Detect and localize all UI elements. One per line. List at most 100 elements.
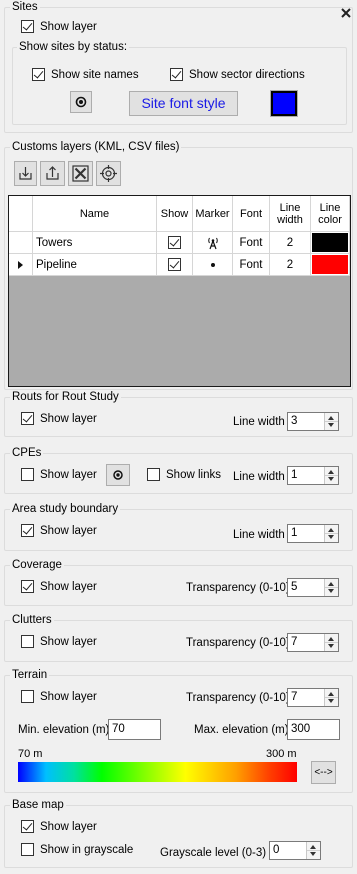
table-cell-marker[interactable]: [193, 254, 233, 276]
show-site-names-label: Show site names: [51, 69, 139, 81]
min-elevation-label: Min. elevation (m): [18, 724, 110, 736]
spinner-buttons[interactable]: [324, 579, 338, 596]
show-sector-directions-checkbox[interactable]: [170, 68, 183, 81]
table-cell-line-width[interactable]: 2: [270, 254, 311, 276]
import-icon: [19, 167, 32, 180]
scale-min-label: 70 m: [18, 748, 43, 760]
locate-layer-button[interactable]: [96, 161, 121, 186]
sites-show-layer-checkbox[interactable]: [21, 20, 34, 33]
coverage-transparency-label: Transparency (0-10): [186, 582, 290, 594]
custom-layers-table[interactable]: Name Show Marker Font Line width Line co…: [8, 195, 351, 387]
routes-line-width-input[interactable]: 3: [287, 412, 339, 431]
grayscale-level-value: 0: [273, 844, 280, 856]
row-header-corner: [9, 196, 33, 232]
show-site-names-checkbox[interactable]: [32, 68, 45, 81]
routes-show-layer-checkbox[interactable]: [21, 412, 34, 425]
clutters-transparency-value: 7: [291, 636, 298, 648]
coverage-transparency-input[interactable]: 5: [287, 578, 339, 597]
sites-title: Sites: [10, 1, 40, 14]
remove-layer-button[interactable]: [68, 161, 93, 186]
spinner-buttons[interactable]: [324, 467, 338, 484]
table-cell-font[interactable]: Font: [233, 254, 270, 276]
base-map-grayscale-label: Show in grayscale: [40, 844, 134, 856]
table-cell-name[interactable]: Pipeline: [33, 254, 157, 276]
column-header-line-color[interactable]: Line color: [311, 196, 350, 232]
column-header-name[interactable]: Name: [33, 196, 157, 232]
row-header-current[interactable]: [9, 254, 33, 276]
locate-icon: [100, 165, 117, 182]
terrain-transparency-value: 7: [291, 691, 298, 703]
scale-max-label: 300 m: [266, 748, 297, 760]
site-marker-button[interactable]: [70, 91, 92, 113]
show-checkbox[interactable]: [168, 236, 181, 249]
table-cell-line-color[interactable]: [311, 254, 350, 276]
dot-icon: [210, 262, 215, 267]
routes-title: Routs for Rout Study: [10, 391, 121, 404]
clutters-transparency-input[interactable]: 7: [287, 633, 339, 652]
column-header-show[interactable]: Show: [157, 196, 193, 232]
table-cell-line-color[interactable]: [311, 232, 350, 254]
coverage-show-layer-checkbox[interactable]: [21, 580, 34, 593]
custom-layers-title: Customs layers (KML, CSV files): [10, 141, 182, 154]
column-header-marker[interactable]: Marker: [193, 196, 233, 232]
current-row-icon: [17, 260, 23, 269]
elevation-color-scale: [18, 762, 297, 782]
base-map-show-layer-checkbox[interactable]: [21, 820, 34, 833]
export-layer-button[interactable]: [40, 161, 65, 186]
table-cell-marker[interactable]: [193, 232, 233, 254]
table-cell-show[interactable]: [157, 254, 193, 276]
export-icon: [46, 166, 59, 180]
spinner-buttons[interactable]: [324, 689, 338, 706]
min-elevation-input[interactable]: 70: [108, 719, 161, 740]
cpes-line-width-input[interactable]: 1: [287, 466, 339, 485]
clutters-title: Clutters: [10, 614, 54, 627]
spinner-buttons[interactable]: [306, 842, 320, 859]
spinner-buttons[interactable]: [324, 413, 338, 430]
grayscale-level-label: Grayscale level (0-3): [160, 847, 267, 859]
cpes-show-links-label: Show links: [166, 469, 221, 481]
terrain-show-layer-checkbox[interactable]: [21, 690, 34, 703]
area-study-show-layer-checkbox[interactable]: [21, 524, 34, 537]
cpe-marker-button[interactable]: [106, 464, 130, 486]
column-header-line-width[interactable]: Line width: [270, 196, 311, 232]
terrain-transparency-input[interactable]: 7: [287, 688, 339, 707]
swap-elevation-label: <-->: [314, 767, 333, 778]
table-cell-show[interactable]: [157, 232, 193, 254]
routes-line-width-value: 3: [291, 415, 298, 427]
site-font-style-label: Site font style: [141, 95, 226, 111]
area-study-line-width-input[interactable]: 1: [287, 524, 339, 543]
table-cell-name[interactable]: Towers: [33, 232, 157, 254]
target-dot-icon: [113, 470, 123, 480]
max-elevation-input[interactable]: 300: [287, 719, 340, 740]
terrain-title: Terrain: [10, 669, 50, 682]
column-header-font[interactable]: Font: [233, 196, 270, 232]
spinner-buttons[interactable]: [324, 634, 338, 651]
base-map-grayscale-checkbox[interactable]: [21, 843, 34, 856]
routes-show-layer-label: Show layer: [40, 413, 97, 425]
coverage-transparency-value: 5: [291, 581, 298, 593]
line-color-swatch: [312, 233, 348, 252]
delete-icon: [72, 165, 89, 182]
clutters-show-layer-label: Show layer: [40, 636, 97, 648]
terrain-show-layer-label: Show layer: [40, 691, 97, 703]
spinner-buttons[interactable]: [324, 525, 338, 542]
site-color-swatch-button[interactable]: [270, 90, 298, 117]
area-study-line-width-label: Line width: [233, 529, 285, 541]
base-map-title: Base map: [10, 799, 66, 812]
cpes-line-width-value: 1: [291, 469, 298, 481]
import-layer-button[interactable]: [14, 161, 37, 186]
grayscale-level-input[interactable]: 0: [269, 841, 321, 860]
site-font-style-button[interactable]: Site font style: [129, 91, 238, 116]
line-color-swatch: [312, 255, 348, 274]
swap-elevation-button[interactable]: <-->: [311, 761, 336, 784]
coverage-title: Coverage: [10, 559, 64, 572]
table-cell-line-width[interactable]: 2: [270, 232, 311, 254]
row-header[interactable]: [9, 232, 33, 254]
table-cell-font[interactable]: Font: [233, 232, 270, 254]
show-checkbox[interactable]: [168, 258, 181, 271]
cpes-show-layer-checkbox[interactable]: [21, 468, 34, 481]
sites-show-layer-label: Show layer: [40, 21, 97, 33]
clutters-show-layer-checkbox[interactable]: [21, 635, 34, 648]
routes-line-width-label: Line width: [233, 416, 285, 428]
cpes-show-links-checkbox[interactable]: [147, 468, 160, 481]
